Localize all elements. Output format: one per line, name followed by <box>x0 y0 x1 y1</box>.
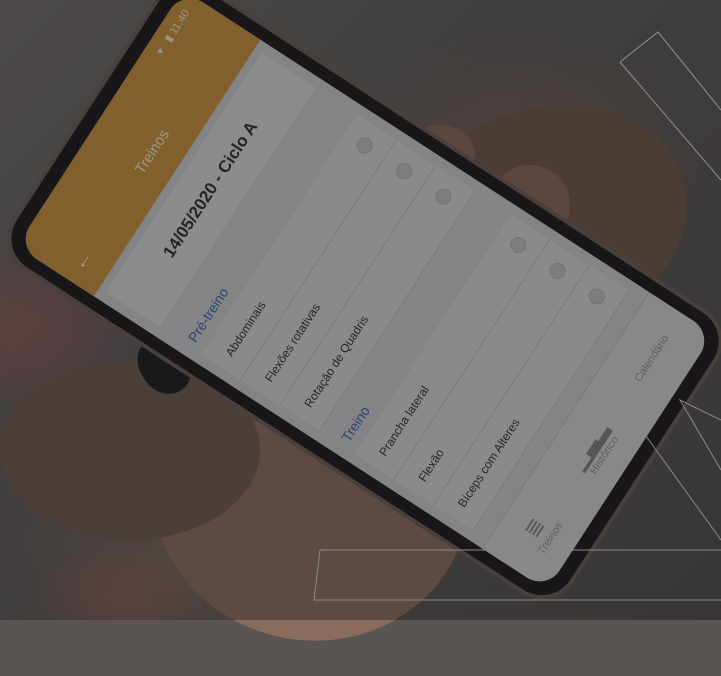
outline-line-diagonal <box>479 205 721 541</box>
outline-shape-right <box>678 398 721 471</box>
outline-triangle-top <box>619 31 721 111</box>
outline-bottom-box <box>313 549 721 601</box>
outline-line-top <box>619 61 721 181</box>
decorative-outlines <box>313 31 721 601</box>
